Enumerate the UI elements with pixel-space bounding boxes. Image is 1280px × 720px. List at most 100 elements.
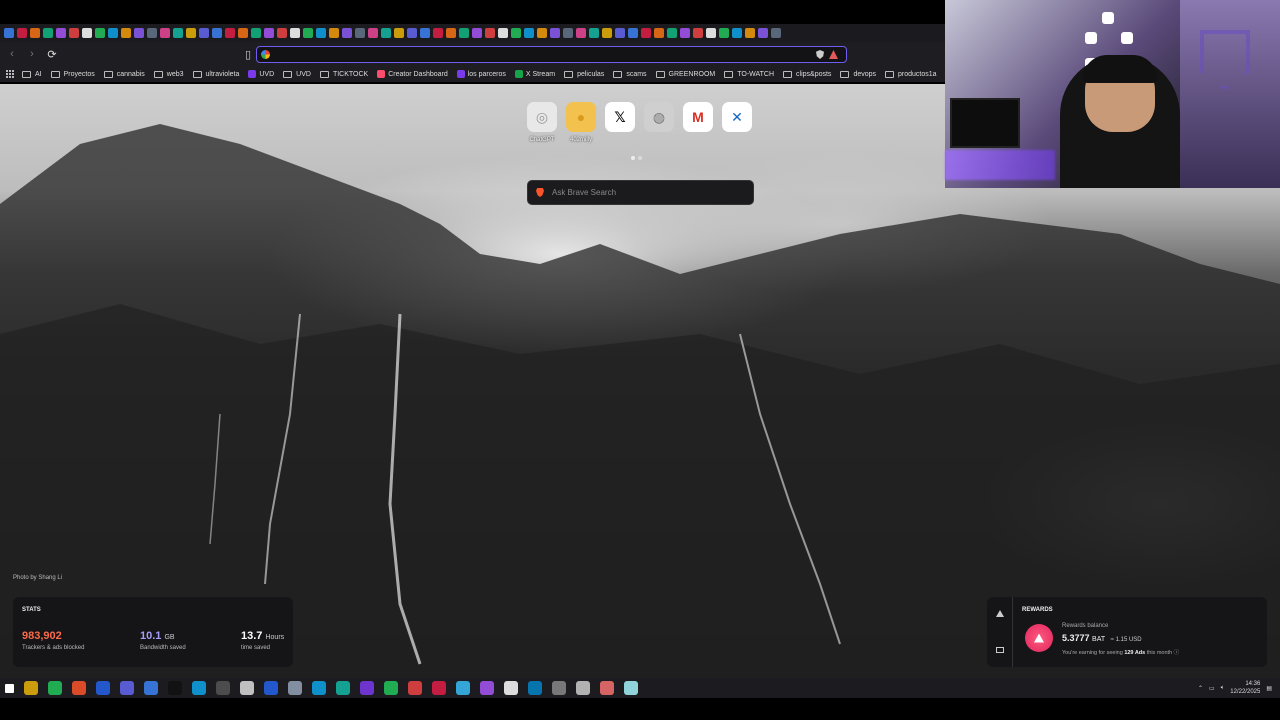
tab-favicon-icon[interactable] <box>602 28 612 38</box>
bookmark-item[interactable]: TICKTOCK <box>319 70 368 78</box>
taskbar-app-icon[interactable] <box>336 681 350 695</box>
bookmark-item[interactable]: Proyectos <box>50 70 95 78</box>
top-site-tile[interactable]: ✕ <box>721 102 753 143</box>
tab-favicon-icon[interactable] <box>485 28 495 38</box>
top-site-tile[interactable]: 𝕏 <box>604 102 636 143</box>
tab-favicon-icon[interactable] <box>30 28 40 38</box>
tab-favicon-icon[interactable] <box>771 28 781 38</box>
bookmark-item[interactable]: AI <box>22 70 42 78</box>
url-input[interactable] <box>276 49 776 60</box>
taskbar-app-icon[interactable] <box>552 681 566 695</box>
bookmark-item[interactable]: los parceros <box>456 70 506 78</box>
taskbar-app-icon[interactable] <box>384 681 398 695</box>
tab-favicon-icon[interactable] <box>537 28 547 38</box>
tab-favicon-icon[interactable] <box>316 28 326 38</box>
taskbar-app-icon[interactable] <box>456 681 470 695</box>
tab-favicon-icon[interactable] <box>303 28 313 38</box>
tab-favicon-icon[interactable] <box>108 28 118 38</box>
tab-favicon-icon[interactable] <box>381 28 391 38</box>
tab-favicon-icon[interactable] <box>563 28 573 38</box>
top-site-tile[interactable]: ◎ ChatGPT <box>526 102 558 143</box>
tab-favicon-icon[interactable] <box>186 28 196 38</box>
tab-favicon-icon[interactable] <box>212 28 222 38</box>
tab-favicon-icon[interactable] <box>680 28 690 38</box>
taskbar-app-icon[interactable] <box>432 681 446 695</box>
info-icon[interactable]: ⓘ <box>1174 650 1180 656</box>
network-icon[interactable]: ▭ <box>1209 685 1215 692</box>
taskbar-app-icon[interactable] <box>576 681 590 695</box>
taskbar-app-icon[interactable] <box>144 681 158 695</box>
tab-favicon-icon[interactable] <box>95 28 105 38</box>
taskbar-app-icon[interactable] <box>408 681 422 695</box>
tab-favicon-icon[interactable] <box>290 28 300 38</box>
top-sites-pager[interactable] <box>631 156 642 160</box>
tab-favicon-icon[interactable] <box>446 28 456 38</box>
brave-search-box[interactable]: Ask Brave Search <box>527 180 754 205</box>
bookmark-item[interactable]: UVD <box>283 70 311 78</box>
clock[interactable]: 14:36 12/22/2025 <box>1230 680 1260 696</box>
tab-favicon-icon[interactable] <box>693 28 703 38</box>
tab-favicon-icon[interactable] <box>407 28 417 38</box>
taskbar-app-icon[interactable] <box>264 681 278 695</box>
tab-favicon-icon[interactable] <box>355 28 365 38</box>
tab-favicon-icon[interactable] <box>134 28 144 38</box>
taskbar-app-icon[interactable] <box>48 681 62 695</box>
apps-grid-icon[interactable] <box>6 69 14 79</box>
address-bar[interactable] <box>256 46 847 63</box>
bat-triangle-icon[interactable] <box>996 610 1004 617</box>
taskbar-app-icon[interactable] <box>192 681 206 695</box>
tab-favicon-icon[interactable] <box>225 28 235 38</box>
bookmark-item[interactable]: devops <box>840 70 876 78</box>
tab-favicon-icon[interactable] <box>121 28 131 38</box>
taskbar-app-icon[interactable] <box>168 681 182 695</box>
taskbar-app-icon[interactable] <box>72 681 86 695</box>
tab-favicon-icon[interactable] <box>615 28 625 38</box>
tab-favicon-icon[interactable] <box>264 28 274 38</box>
bookmark-icon[interactable]: ▯ <box>240 46 256 62</box>
top-site-tile[interactable]: M <box>682 102 714 143</box>
photo-credit[interactable]: Photo by Shang Li <box>13 575 62 581</box>
volume-icon[interactable]: 🔈︎ <box>1221 685 1225 692</box>
card-icon[interactable] <box>996 647 1004 653</box>
bookmark-item[interactable]: UVD <box>248 70 274 78</box>
tab-favicon-icon[interactable] <box>706 28 716 38</box>
tab-favicon-icon[interactable] <box>82 28 92 38</box>
tab-favicon-icon[interactable] <box>342 28 352 38</box>
tab-favicon-icon[interactable] <box>589 28 599 38</box>
taskbar-app-icon[interactable] <box>528 681 542 695</box>
tab-favicon-icon[interactable] <box>745 28 755 38</box>
tab-favicon-icon[interactable] <box>56 28 66 38</box>
tab-strip[interactable] <box>0 24 945 42</box>
taskbar-app-icon[interactable] <box>624 681 638 695</box>
tab-favicon-icon[interactable] <box>69 28 79 38</box>
top-site-tile[interactable]: ◍ <box>643 102 675 143</box>
start-icon[interactable] <box>5 683 14 693</box>
bookmark-item[interactable]: Creator Dashboard <box>377 70 448 78</box>
taskbar-app-icon[interactable] <box>360 681 374 695</box>
chevron-up-icon[interactable]: ⌃ <box>1198 685 1203 692</box>
notification-icon[interactable]: ▤ <box>1266 685 1272 692</box>
tab-favicon-icon[interactable] <box>758 28 768 38</box>
taskbar-app-icon[interactable] <box>504 681 518 695</box>
tab-favicon-icon[interactable] <box>394 28 404 38</box>
taskbar-app-icon[interactable] <box>216 681 230 695</box>
tab-favicon-icon[interactable] <box>238 28 248 38</box>
tab-favicon-icon[interactable] <box>628 28 638 38</box>
tab-favicon-icon[interactable] <box>251 28 261 38</box>
tab-favicon-icon[interactable] <box>433 28 443 38</box>
tab-favicon-icon[interactable] <box>43 28 53 38</box>
taskbar-app-icon[interactable] <box>120 681 134 695</box>
tab-favicon-icon[interactable] <box>667 28 677 38</box>
tab-favicon-icon[interactable] <box>277 28 287 38</box>
taskbar-app-icon[interactable] <box>96 681 110 695</box>
bookmark-item[interactable]: web3 <box>153 70 184 78</box>
bookmark-item[interactable]: scams <box>613 70 647 78</box>
bookmark-item[interactable]: peliculas <box>564 70 604 78</box>
tab-favicon-icon[interactable] <box>199 28 209 38</box>
taskbar-app-icon[interactable] <box>480 681 494 695</box>
tab-favicon-icon[interactable] <box>147 28 157 38</box>
forward-icon[interactable]: › <box>24 46 40 62</box>
tab-favicon-icon[interactable] <box>641 28 651 38</box>
taskbar-app-icon[interactable] <box>600 681 614 695</box>
tab-favicon-icon[interactable] <box>368 28 378 38</box>
